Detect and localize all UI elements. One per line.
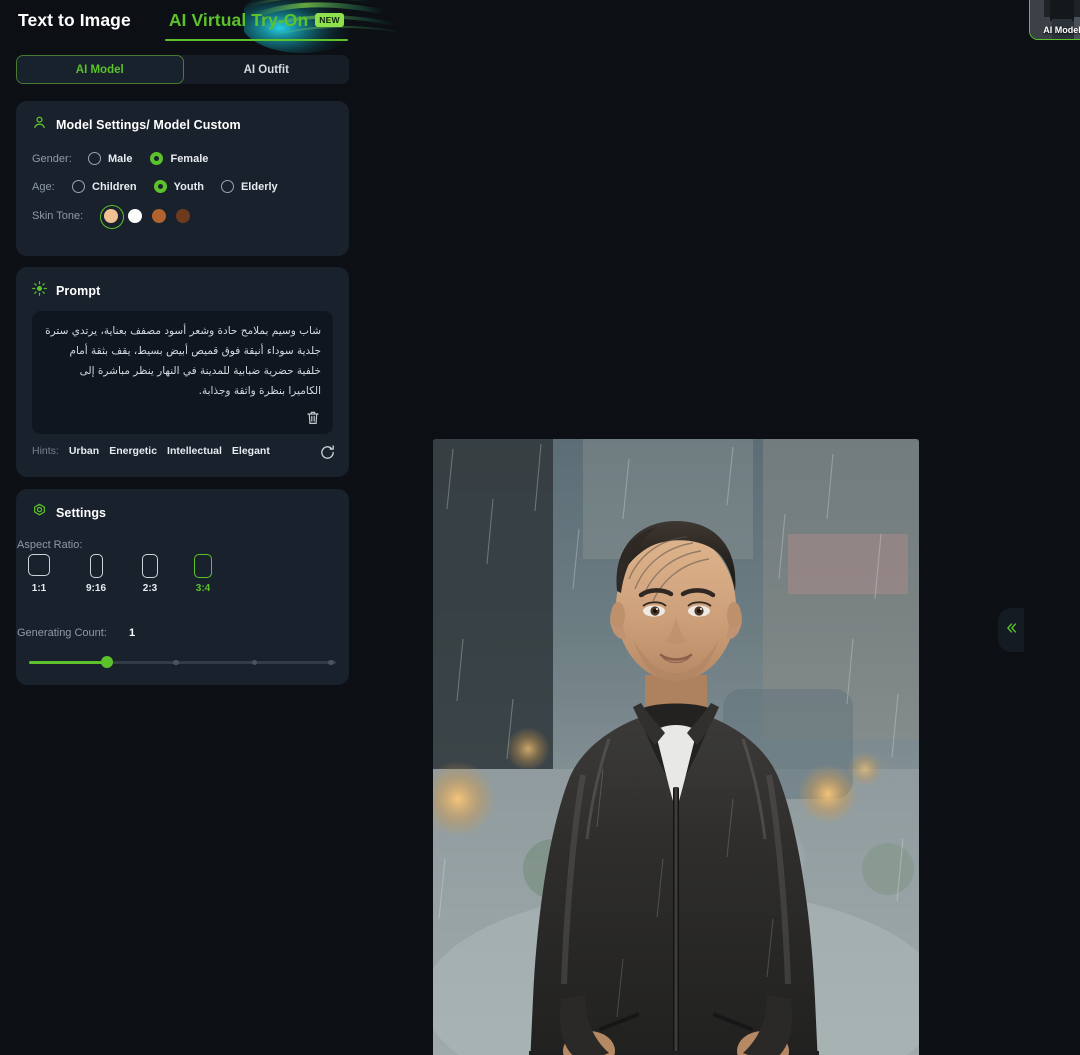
slider-tick: [173, 660, 179, 666]
aspect-ratio-label-text: 9:16: [86, 583, 106, 594]
hint-chip-intellectual[interactable]: Intellectual: [167, 445, 222, 457]
tab-ai-model[interactable]: AI Model: [16, 55, 184, 84]
aspect-ratio-1-1[interactable]: 1:1: [28, 554, 50, 594]
tab-label: AI Outfit: [244, 64, 289, 76]
brightness-icon: [32, 281, 47, 301]
nav-item-ai-virtual-try-on[interactable]: AI Virtual Try-On NEW: [165, 8, 348, 41]
age-row: Age: Children Youth Elderly: [16, 180, 349, 193]
prompt-input[interactable]: شاب وسيم بملامح حادة وشعر أسود مصفف بعنا…: [32, 311, 333, 434]
nav-label: Text to Image: [18, 10, 131, 30]
panel-title: Model Settings/ Model Custom: [56, 118, 241, 132]
radio-indicator: [221, 180, 234, 193]
hints-row: Hints: Urban Energetic Intellectual Eleg…: [32, 445, 270, 457]
aspect-ratio-2-3[interactable]: 2:3: [142, 554, 158, 594]
slider-fill: [29, 661, 109, 665]
age-label: Age:: [32, 181, 72, 193]
generating-count-value: 1: [129, 627, 135, 639]
gender-row: Gender: Male Female: [16, 152, 349, 165]
skin-tone-swatch-4[interactable]: [176, 209, 190, 223]
hints-label: Hints:: [32, 445, 59, 457]
slider-thumb[interactable]: [101, 656, 113, 668]
panel-title: Prompt: [56, 284, 100, 298]
panel-header: Model Settings/ Model Custom: [16, 101, 349, 135]
panel-header: Prompt: [16, 267, 349, 301]
radio-indicator: [154, 180, 167, 193]
tab-label: AI Model: [76, 64, 124, 76]
aspect-ratio-label-text: 1:1: [32, 583, 46, 594]
slider-tick: [328, 660, 334, 666]
generating-count-label: Generating Count:: [17, 627, 107, 639]
aspect-ratio-icon: [28, 554, 50, 576]
radio-label: Male: [108, 153, 132, 165]
nav-label: AI Virtual Try-On: [169, 10, 308, 30]
top-nav: Text to Image AI Virtual Try-On NEW: [14, 8, 348, 41]
radio-label: Youth: [174, 181, 204, 193]
radio-age-elderly[interactable]: Elderly: [221, 180, 278, 193]
generated-image: [433, 439, 919, 1055]
prompt-panel: Prompt شاب وسيم بملامح حادة وشعر أسود مص…: [16, 267, 349, 477]
hint-chip-urban[interactable]: Urban: [69, 445, 99, 457]
app-root: Text to Image AI Virtual Try-On NEW AI Mo…: [0, 0, 1080, 1055]
gear-icon: [32, 503, 47, 523]
double-chevron-left-icon: [1004, 621, 1018, 640]
skin-tone-swatch-3[interactable]: [152, 209, 166, 223]
refresh-icon[interactable]: [319, 444, 336, 461]
panel-header: Settings: [16, 489, 349, 523]
aspect-ratio-9-16[interactable]: 9:16: [86, 554, 106, 594]
hint-chip-elegant[interactable]: Elegant: [232, 445, 270, 457]
radio-indicator: [72, 180, 85, 193]
nav-active-underline: [165, 39, 348, 42]
new-badge: NEW: [315, 13, 343, 27]
aspect-ratio-icon: [194, 554, 212, 578]
person-icon: [32, 115, 47, 135]
aspect-ratio-label: Aspect Ratio:: [17, 539, 82, 551]
aspect-ratio-3-4[interactable]: 3:4: [194, 554, 212, 594]
age-options: Children Youth Elderly: [72, 180, 284, 193]
radio-label: Elderly: [241, 181, 278, 193]
hint-chip-energetic[interactable]: Energetic: [109, 445, 157, 457]
skin-tone-row: Skin Tone:: [16, 209, 349, 223]
aspect-ratio-label-text: 2:3: [143, 583, 157, 594]
panel-title: Settings: [56, 506, 106, 520]
radio-gender-female[interactable]: Female: [150, 152, 208, 165]
aspect-ratio-icon: [142, 554, 158, 578]
slider-tick: [252, 660, 258, 666]
skin-tone-swatch-2[interactable]: [128, 209, 142, 223]
prompt-text: شاب وسيم بملامح حادة وشعر أسود مصفف بعنا…: [44, 321, 321, 401]
history-thumbnail-label: AI Model: [1030, 25, 1080, 35]
generated-image-result[interactable]: KLING AI: [433, 439, 919, 1055]
skin-tone-label: Skin Tone:: [32, 210, 104, 222]
skin-tone-swatches: [104, 209, 190, 223]
aspect-ratio-options: 1:1 9:16 2:3 3:4: [28, 554, 212, 594]
aspect-ratio-icon: [90, 554, 103, 578]
radio-gender-male[interactable]: Male: [88, 152, 132, 165]
collapse-panel-button[interactable]: [998, 608, 1024, 652]
radio-indicator: [88, 152, 101, 165]
gender-options: Male Female: [88, 152, 214, 165]
nav-item-text-to-image[interactable]: Text to Image: [14, 8, 135, 41]
aspect-ratio-label-text: 3:4: [196, 583, 210, 594]
radio-age-youth[interactable]: Youth: [154, 180, 204, 193]
trash-icon[interactable]: [306, 410, 324, 428]
generating-count-slider[interactable]: [29, 655, 336, 669]
radio-indicator: [150, 152, 163, 165]
radio-label: Children: [92, 181, 137, 193]
skin-tone-swatch-1[interactable]: [104, 209, 118, 223]
radio-age-children[interactable]: Children: [72, 180, 137, 193]
tab-ai-outfit[interactable]: AI Outfit: [184, 55, 350, 84]
radio-label: Female: [170, 153, 208, 165]
gender-label: Gender:: [32, 153, 88, 165]
history-thumbnail-card[interactable]: AI Model: [1029, 0, 1080, 40]
model-settings-panel: Model Settings/ Model Custom Gender: Mal…: [16, 101, 349, 256]
mode-tabs: AI Model AI Outfit: [16, 55, 349, 84]
